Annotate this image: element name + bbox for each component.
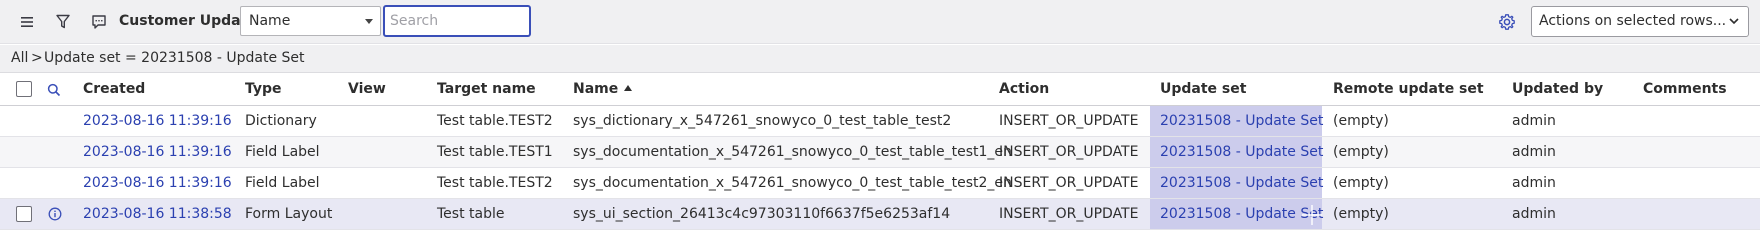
action-cell: INSERT_OR_UPDATE [999,175,1139,191]
update-set-link[interactable]: 20231508 - Update Set [1160,144,1323,160]
info-icon[interactable] [48,207,62,221]
name-cell: sys_dictionary_x_547261_snowyco_0_test_t… [573,113,952,129]
update-set-link[interactable]: 20231508 - Update Set [1160,113,1323,129]
name-cell: sys_ui_section_26413c4c97303110f6637f5e6… [573,206,951,222]
breadcrumb: All > Update set = 20231508 - Update Set [0,45,1760,73]
column-header-type[interactable]: Type [245,81,282,97]
name-cell: sys_documentation_x_547261_snowyco_0_tes… [573,144,1012,160]
breadcrumb-condition[interactable]: Update set = 20231508 - Update Set [44,50,305,66]
row-checkbox[interactable] [16,206,32,222]
table-row[interactable]: 2023-08-16 11:39:16 Dictionary Test tabl… [0,106,1760,137]
remote-update-set-cell: (empty) [1333,206,1389,222]
column-header-view[interactable]: View [348,81,386,97]
type-cell: Dictionary [245,113,317,129]
search-icon[interactable] [47,83,61,97]
type-cell: Form Layout [245,206,333,222]
remote-update-set-cell: (empty) [1333,113,1389,129]
search-field-value: Name [249,13,291,29]
comment-icon[interactable] [86,10,112,34]
column-header-remote-update-set[interactable]: Remote update set [1333,81,1484,97]
list-header: Customer Updates Name Actions on selecte… [0,0,1760,44]
caret-down-icon [365,19,373,24]
gear-icon[interactable] [1494,10,1520,34]
type-cell: Field Label [245,144,320,160]
menu-icon[interactable] [14,10,40,34]
breadcrumb-all[interactable]: All [11,50,28,66]
update-set-link[interactable]: 20231508 - Update Set [1160,175,1323,191]
chevron-down-icon [1729,18,1739,25]
column-header-target-name[interactable]: Target name [437,81,536,97]
type-cell: Field Label [245,175,320,191]
updated-by-cell: admin [1512,175,1556,191]
sort-ascending-icon [624,85,633,91]
table-header: Created Type View Target name Name Actio… [0,73,1760,106]
update-set-link[interactable]: 20231508 - Update Set [1160,206,1323,222]
remote-update-set-cell: (empty) [1333,144,1389,160]
select-all-checkbox[interactable] [16,81,32,97]
search-input[interactable] [383,5,531,37]
table-row[interactable]: 2023-08-16 11:39:16 Field Label Test tab… [0,137,1760,168]
updated-by-cell: admin [1512,206,1556,222]
table-row[interactable]: 2023-08-16 11:38:58 Form Layout Test tab… [0,199,1760,230]
target-name-cell: Test table.TEST2 [437,113,553,129]
column-header-action[interactable]: Action [999,81,1049,97]
created-link[interactable]: 2023-08-16 11:39:16 [83,144,232,160]
created-link[interactable]: 2023-08-16 11:39:16 [83,113,232,129]
updated-by-cell: admin [1512,113,1556,129]
remote-update-set-cell: (empty) [1333,175,1389,191]
created-link[interactable]: 2023-08-16 11:39:16 [83,175,232,191]
target-name-cell: Test table [437,206,505,222]
column-header-update-set[interactable]: Update set [1160,81,1246,97]
action-cell: INSERT_OR_UPDATE [999,144,1139,160]
column-header-comments[interactable]: Comments [1643,81,1727,97]
target-name-cell: Test table.TEST2 [437,175,553,191]
actions-select[interactable]: Actions on selected rows... [1531,6,1749,37]
column-header-updated-by[interactable]: Updated by [1512,81,1603,97]
actions-select-value: Actions on selected rows... [1539,13,1727,29]
filter-icon[interactable] [50,10,76,34]
table-row[interactable]: 2023-08-16 11:39:16 Field Label Test tab… [0,168,1760,199]
created-link[interactable]: 2023-08-16 11:38:58 [83,206,232,222]
crosshair-cursor-icon [1302,205,1322,225]
column-header-name-label: Name [573,81,619,97]
target-name-cell: Test table.TEST1 [437,144,553,160]
action-cell: INSERT_OR_UPDATE [999,113,1139,129]
column-header-created[interactable]: Created [83,81,145,97]
search-field-select[interactable]: Name [240,6,381,36]
name-cell: sys_documentation_x_547261_snowyco_0_tes… [573,175,1012,191]
column-header-name[interactable]: Name [573,81,633,97]
updated-by-cell: admin [1512,144,1556,160]
breadcrumb-separator: > [31,50,43,66]
action-cell: INSERT_OR_UPDATE [999,206,1139,222]
